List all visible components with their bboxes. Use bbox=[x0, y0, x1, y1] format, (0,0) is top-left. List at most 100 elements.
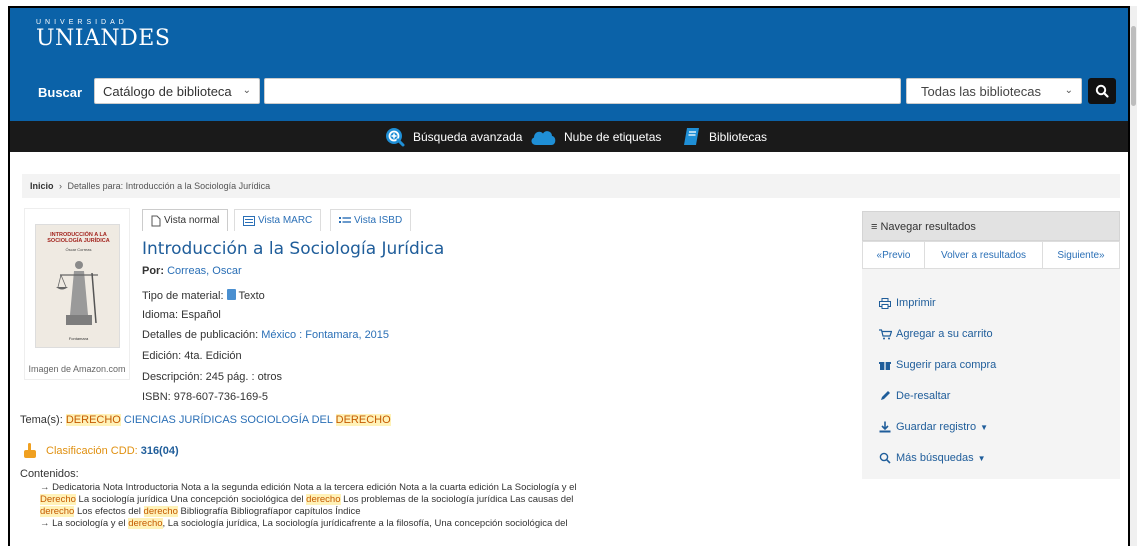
highlight-term: derecho bbox=[306, 494, 341, 505]
add-to-cart-label: Agregar a su carrito bbox=[896, 328, 993, 340]
isbn-row: ISBN: 978-607-736-169-5 bbox=[142, 391, 268, 403]
next-link[interactable]: Siguiente» bbox=[1043, 242, 1119, 268]
highlight-term: derecho bbox=[143, 506, 178, 517]
site-header: UNIVERSIDAD UNIANDES Buscar Catálogo de … bbox=[10, 8, 1128, 121]
contents-line: derecho Los efectos del derecho Bibliogr… bbox=[40, 506, 660, 518]
back-to-results-link[interactable]: Volver a resultados bbox=[925, 242, 1043, 268]
subjects-row: Tema(s): DERECHO CIENCIAS JURÍDICAS SOCI… bbox=[20, 414, 391, 426]
uniandes-logo[interactable]: UNIVERSIDAD UNIANDES bbox=[36, 18, 170, 51]
record-author-row: Por: Correas, Oscar bbox=[142, 265, 242, 277]
suggest-purchase-button[interactable]: Sugerir para compra bbox=[878, 359, 996, 371]
unhighlight-button[interactable]: De-resaltar bbox=[878, 390, 950, 402]
edition-row: Edición: 4ta. Edición bbox=[142, 350, 242, 362]
publication-label: Detalles de publicación: bbox=[142, 329, 259, 341]
nav-advanced-search-label: Búsqueda avanzada bbox=[413, 130, 523, 144]
subject-link[interactable]: SOCIOLOGÍA DEL DERECHO bbox=[240, 414, 391, 426]
nav-tag-cloud[interactable]: Nube de etiquetas bbox=[529, 126, 661, 148]
nav-advanced-search[interactable]: Búsqueda avanzada bbox=[384, 126, 522, 148]
library-select-value: Todas las bibliotecas bbox=[921, 84, 1041, 99]
browser-viewport: UNIVERSIDAD UNIANDES Buscar Catálogo de … bbox=[8, 6, 1130, 546]
author-label: Por: bbox=[142, 265, 164, 277]
book-cover-image[interactable]: INTRODUCCIÓN A LA SOCIOLOGÍA JURÍDICA Ós… bbox=[35, 224, 120, 348]
list-icon bbox=[339, 216, 351, 226]
library-select[interactable]: Todas las bibliotecas ⌄ bbox=[906, 78, 1082, 104]
tab-marc-view-label: Vista MARC bbox=[258, 215, 313, 226]
tab-isbd-view-label: Vista ISBD bbox=[354, 215, 403, 226]
author-link[interactable]: Correas, Oscar bbox=[167, 265, 242, 277]
record-title: Introducción a la Sociología Jurídica bbox=[142, 239, 445, 259]
breadcrumb-current: Detalles para: Introducción a la Sociolo… bbox=[67, 181, 271, 191]
search-icon bbox=[1095, 84, 1109, 98]
suggest-purchase-label: Sugerir para compra bbox=[896, 359, 997, 371]
search-bar: Buscar Catálogo de biblioteca ⌄ Todas la… bbox=[22, 74, 1126, 108]
browse-results-heading[interactable]: ≡ Navegar resultados bbox=[862, 211, 1120, 241]
subject-link-text: SOCIOLOGÍA DEL bbox=[240, 414, 333, 426]
material-type-value: Texto bbox=[238, 290, 265, 302]
document-icon bbox=[151, 215, 161, 227]
caret-down-icon: ▼ bbox=[980, 422, 989, 432]
breadcrumb-separator: › bbox=[59, 181, 63, 191]
tab-normal-view-label: Vista normal bbox=[164, 215, 220, 226]
scrollbar-thumb[interactable] bbox=[1131, 26, 1136, 106]
list-box-icon bbox=[243, 215, 255, 226]
save-record-button[interactable]: Guardar registro ▼ bbox=[878, 421, 988, 433]
contents-fragment: La sociología jurídica Una concepción so… bbox=[75, 494, 307, 505]
material-type-label: Tipo de material: bbox=[142, 290, 224, 302]
search-input[interactable] bbox=[264, 78, 901, 104]
pointing-hand-icon bbox=[22, 442, 38, 460]
contents-line: Derecho La sociología jurídica Una conce… bbox=[40, 494, 660, 506]
unhighlight-label: De-resaltar bbox=[896, 390, 951, 402]
logo-main-text: UNIANDES bbox=[36, 26, 171, 51]
publication-link[interactable]: México : Fontamara, 2015 bbox=[261, 329, 389, 341]
contents-fragment: → La sociología y el bbox=[40, 518, 129, 529]
more-searches-button[interactable]: Más búsquedas ▼ bbox=[878, 452, 986, 464]
contents-text: → Dedicatoria Nota Introductoria Nota a … bbox=[40, 482, 660, 530]
highlight-term: derecho bbox=[40, 506, 75, 517]
catalog-select[interactable]: Catálogo de biblioteca ⌄ bbox=[94, 78, 260, 104]
advanced-search-icon bbox=[384, 126, 406, 148]
publication-row: Detalles de publicación: México : Fontam… bbox=[142, 329, 389, 341]
results-pager: «Previo Volver a resultados Siguiente» bbox=[862, 241, 1120, 269]
classification-label: Clasificación CDD: bbox=[46, 445, 138, 457]
cover-panel: INTRODUCCIÓN A LA SOCIOLOGÍA JURÍDICA Ós… bbox=[24, 208, 130, 380]
description-row: Descripción: 245 pág. : otros bbox=[142, 371, 283, 383]
tab-isbd-view[interactable]: Vista ISBD bbox=[330, 209, 412, 231]
book-icon bbox=[682, 126, 702, 148]
previous-link[interactable]: «Previo bbox=[863, 242, 925, 268]
chevron-down-icon: ⌄ bbox=[1064, 85, 1073, 96]
tab-normal-view[interactable]: Vista normal bbox=[142, 209, 229, 231]
contents-fragment: Bibliografía Bibliografíapor capítulos Í… bbox=[177, 506, 361, 517]
classification-value[interactable]: 316(04) bbox=[141, 445, 179, 457]
contents-line: → La sociología y el derecho, La sociolo… bbox=[40, 518, 660, 530]
more-searches-label: Más búsquedas bbox=[896, 452, 974, 464]
highlight-term: derecho bbox=[128, 518, 163, 529]
cloud-icon bbox=[529, 127, 557, 147]
sidebar: ≡ Navegar resultados «Previo Volver a re… bbox=[862, 211, 1120, 479]
tab-marc-view[interactable]: Vista MARC bbox=[234, 209, 322, 231]
cover-publisher: Fontamara bbox=[68, 336, 89, 341]
record-details: Introducción a la Sociología Jurídica Po… bbox=[142, 238, 842, 403]
caret-down-icon: ▼ bbox=[977, 453, 986, 463]
material-type-row: Tipo de material: Texto bbox=[142, 289, 265, 302]
contents-fragment: Los efectos del bbox=[74, 506, 144, 517]
top-nav: Búsqueda avanzada Nube de etiquetas Bibl… bbox=[10, 121, 1128, 152]
subject-link[interactable]: DERECHO bbox=[65, 414, 121, 426]
language-row: Idioma: Español bbox=[142, 309, 221, 321]
contents-line: → Dedicatoria Nota Introductoria Nota a … bbox=[40, 482, 577, 493]
pencil-icon bbox=[878, 390, 892, 402]
save-record-label: Guardar registro bbox=[896, 421, 977, 433]
breadcrumb-home[interactable]: Inicio bbox=[30, 181, 54, 191]
cover-caption: Imagen de Amazon.com bbox=[28, 364, 126, 374]
classification-row: Clasificación CDD: 316(04) bbox=[22, 442, 179, 460]
search-icon bbox=[878, 452, 892, 464]
contents-fragment: , La sociología jurídica, La sociología … bbox=[162, 518, 568, 529]
browse-results-label: Navegar resultados bbox=[880, 221, 976, 233]
search-button[interactable] bbox=[1088, 78, 1116, 104]
add-to-cart-button[interactable]: Agregar a su carrito bbox=[878, 328, 993, 340]
gift-icon bbox=[878, 359, 892, 371]
page-scrollbar[interactable] bbox=[1130, 6, 1137, 546]
print-button[interactable]: Imprimir bbox=[878, 297, 936, 309]
nav-libraries[interactable]: Bibliotecas bbox=[682, 126, 767, 148]
subject-link[interactable]: CIENCIAS JURÍDICAS bbox=[124, 414, 237, 426]
contents-label: Contenidos: bbox=[20, 468, 79, 480]
